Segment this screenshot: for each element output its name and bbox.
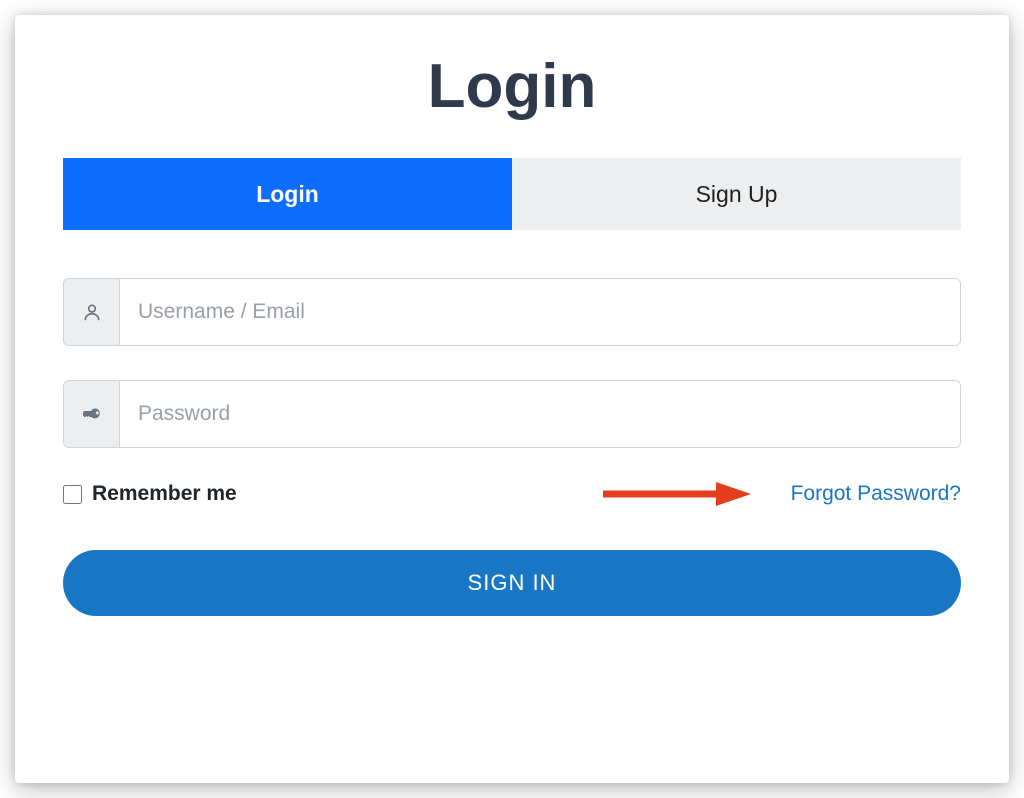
forgot-password-link[interactable]: Forgot Password? [791,482,961,506]
remember-me: Remember me [63,482,237,506]
password-input[interactable] [120,381,960,447]
remember-checkbox[interactable] [63,485,82,504]
username-group [63,278,961,346]
page-title: Login [63,51,961,122]
username-input[interactable] [120,279,960,345]
user-icon [64,279,120,345]
remember-label[interactable]: Remember me [92,482,237,506]
key-icon [64,381,120,447]
login-card: Login Login Sign Up Remember me [15,15,1009,783]
tab-login[interactable]: Login [63,158,512,230]
signin-button[interactable]: SIGN IN [63,550,961,616]
pointer-arrow-icon [601,479,751,509]
auth-tabs: Login Sign Up [63,158,961,230]
options-row: Remember me Forgot Password? [63,482,961,506]
tab-signup[interactable]: Sign Up [512,158,961,230]
password-group [63,380,961,448]
